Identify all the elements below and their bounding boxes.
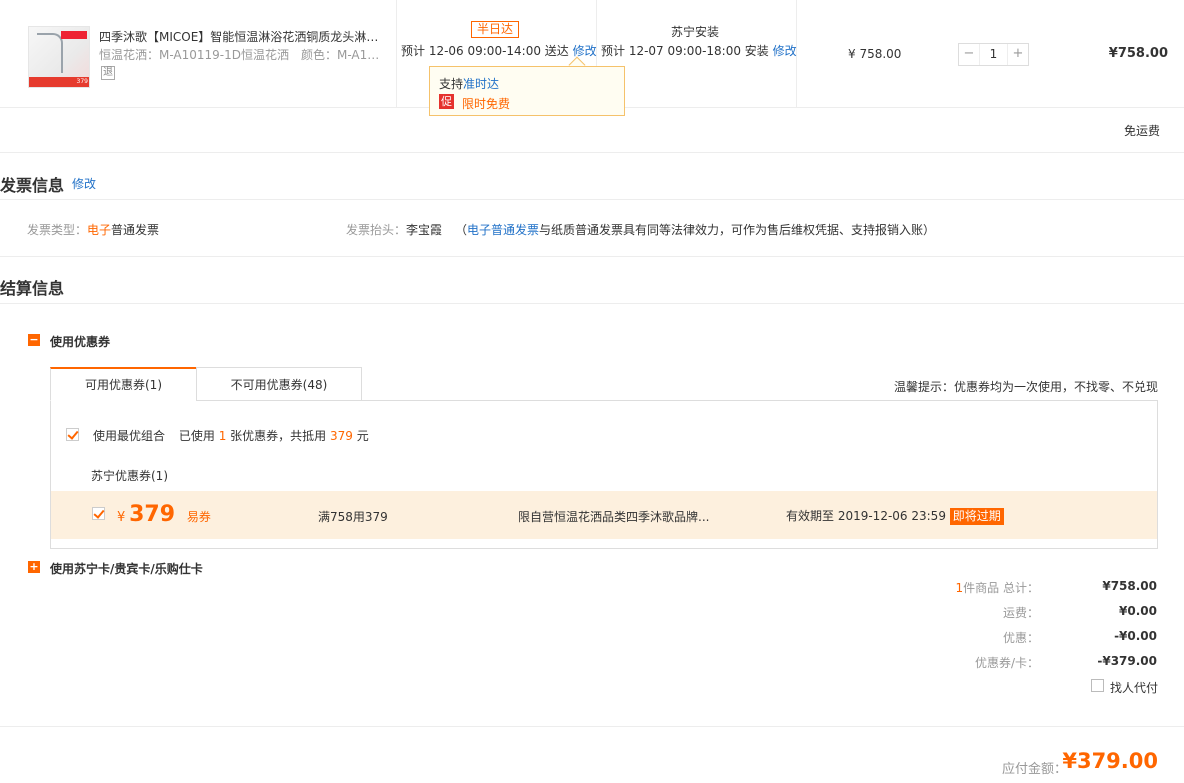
best-combo-line: 使用最优组合 已使用 1 张优惠券，共抵用 379 元 [93, 427, 369, 444]
coupon-condition: 满758用379 [318, 510, 388, 524]
invoice-type-highlight: 电子 [87, 223, 112, 237]
divider [0, 726, 1184, 727]
coupon-reminder: 温馨提示：优惠券均为一次使用，不找零、不兑现 [893, 380, 1158, 394]
product-name[interactable]: 四季沐歌【MICOE】智能恒温淋浴花洒铜质龙头淋浴器套装 [99, 28, 384, 45]
half-day-delivery-badge: 半日达 [471, 21, 520, 38]
coupon-validity-line: 有效期至 2019-12-06 23:59 即将过期 [786, 507, 1004, 525]
delivery-estimate-text: 预计 12-06 09:00-14:00 送达 [401, 44, 569, 58]
used-mid: 张优惠券，共抵用 [230, 429, 327, 443]
invoice-note-rest: 与纸质普通发票具有同等法律效力，可作为售后维权凭据、支持报销入账） [539, 223, 936, 237]
coupon-total-label: 优惠券/卡： [974, 656, 1039, 670]
quantity-stepper: − 1 + [958, 43, 1029, 66]
product-subtotal: ¥758.00 [1108, 46, 1168, 61]
unit-price: ¥ 758.00 [848, 47, 902, 61]
divider [0, 303, 1184, 304]
invoice-edit-link[interactable]: 修改 [72, 175, 96, 192]
coupon-kind: 易券 [186, 510, 211, 524]
tooltip-promo-text: 限时免费 [462, 97, 511, 111]
column-divider [396, 0, 397, 108]
shower-icon [37, 33, 63, 73]
used-prefix: 已使用 [178, 429, 215, 443]
qty-minus-button[interactable]: − [959, 44, 979, 65]
best-combo-checkbox[interactable] [66, 428, 79, 441]
freight-value: ¥0.00 [1119, 604, 1157, 618]
install-estimate: 预计 12-07 09:00-18:00 安装 修改 [601, 42, 797, 59]
coupon-item-checkbox[interactable] [92, 507, 105, 520]
ontime-link[interactable]: 准时达 [463, 77, 499, 91]
delivery-tooltip: 支持准时达 促 限时免费 [429, 66, 625, 116]
tooltip-support-line: 支持准时达 [439, 75, 499, 92]
tab-available-coupons[interactable]: 可用优惠券(1) [50, 367, 197, 401]
tooltip-support-prefix: 支持 [439, 77, 464, 91]
install-estimate-text: 预计 12-07 09:00-18:00 安装 [601, 44, 769, 58]
items-total: ¥758.00 [1102, 579, 1157, 593]
product-thumbnail[interactable]: 379 [28, 26, 90, 88]
tab-unavailable-coupons[interactable]: 不可用优惠券(48) [196, 367, 362, 401]
thumb-promo-strip [61, 31, 87, 39]
promo-tag-icon: 促 [439, 94, 454, 109]
qty-input[interactable]: 1 [979, 44, 1008, 65]
install-edit-link[interactable]: 修改 [773, 44, 797, 58]
return-tag: 退 [101, 66, 115, 80]
invoice-type-rest: 普通发票 [111, 223, 160, 237]
divider [0, 256, 1184, 257]
expiring-badge: 即将过期 [949, 508, 1004, 525]
invoice-header-label: 发票抬头： [346, 223, 407, 237]
coupon-collapse-icon[interactable]: − [28, 334, 40, 346]
coupon-total-value: -¥379.00 [1097, 654, 1157, 668]
coupon-scope: 限自营恒温花洒品类四季沐歌品牌... [518, 510, 710, 524]
thumb-price-badge: 379 [29, 77, 89, 87]
card-section-label[interactable]: 使用苏宁卡/贵宾卡/乐购仕卡 [50, 560, 203, 577]
coupon-item[interactable]: ¥ 379 易券 满758用379 限自营恒温花洒品类四季沐歌品牌... 有效期… [51, 491, 1157, 539]
coupon-section-label[interactable]: 使用优惠券 [50, 333, 110, 350]
divider [0, 152, 1184, 153]
divider [0, 199, 1184, 200]
settlement-section-title: 结算信息 [0, 279, 65, 298]
pay-amount: ¥379.00 [1062, 749, 1158, 773]
proxy-pay-label[interactable]: 找人代付 [1110, 679, 1158, 696]
items-total-label: 1件商品 总计： [956, 579, 1039, 596]
invoice-header-value: 李宝霞 [406, 223, 443, 237]
qty-plus-button[interactable]: + [1008, 44, 1028, 65]
coupon-group-label: 苏宁优惠券(1) [91, 469, 168, 483]
invoice-note: （电子普通发票与纸质普通发票具有同等法律效力，可作为售后维权凭据、支持报销入账） [455, 221, 935, 238]
invoice-type-label: 发票类型： [27, 223, 88, 237]
items-label: 件商品 总计： [963, 581, 1039, 595]
used-count: 1 [218, 429, 227, 443]
coupon-value: ¥ 379 易券 [117, 502, 211, 527]
shipping-free: 免运费 [1123, 124, 1160, 138]
freight-label: 运费： [1002, 606, 1039, 620]
install-title: 苏宁安装 [671, 25, 720, 39]
coupon-amount: 379 [129, 502, 176, 527]
pay-amount-label: 应付金额： [1001, 762, 1067, 777]
product-attributes: 恒温花洒：M-A10119-1D恒温花洒 颜色：M-A10119-1D [99, 48, 384, 62]
best-combo-label: 使用最优组合 [93, 429, 166, 443]
invoice-header: 发票抬头：李宝霞 [346, 221, 442, 238]
e-invoice-link[interactable]: 电子普通发票 [467, 223, 539, 237]
discount-label: 优惠： [1002, 631, 1039, 645]
proxy-pay-checkbox[interactable] [1091, 679, 1104, 692]
discount-value: -¥0.00 [1114, 629, 1157, 643]
invoice-type: 发票类型：电子普通发票 [27, 221, 159, 238]
delivery-estimate: 预计 12-06 09:00-14:00 送达 修改 [401, 42, 597, 59]
invoice-note-open: （ [455, 223, 468, 237]
coupon-validity: 有效期至 2019-12-06 23:59 [786, 509, 946, 523]
used-unit: 元 [356, 429, 369, 443]
coupon-currency: ¥ [117, 510, 126, 525]
used-amount: 379 [330, 429, 353, 443]
invoice-section-title: 发票信息 [0, 176, 65, 195]
card-expand-icon[interactable]: + [28, 561, 40, 573]
